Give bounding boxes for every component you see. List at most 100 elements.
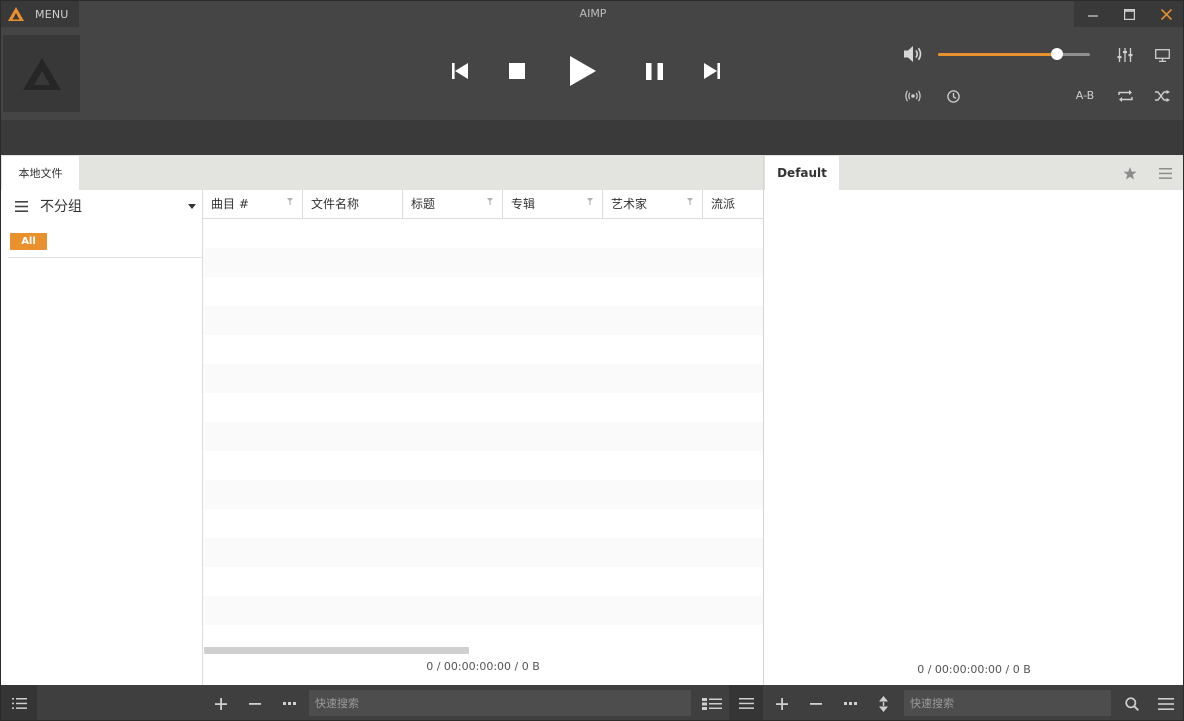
grouping-selector[interactable]: 不分组 bbox=[2, 190, 202, 222]
scheduler-button[interactable] bbox=[942, 86, 964, 106]
library-tabstrip: 本地文件 bbox=[1, 155, 763, 190]
all-filter-badge[interactable]: All bbox=[10, 233, 47, 250]
track-table: 曲目 # 文件名称 标题 专辑 艺术家 流派 bbox=[203, 190, 763, 660]
library-menu-button[interactable] bbox=[732, 685, 760, 720]
chevron-down-icon bbox=[188, 204, 196, 209]
previous-track-button[interactable] bbox=[441, 49, 479, 93]
play-icon bbox=[570, 56, 596, 86]
equalizer-icon bbox=[1117, 48, 1133, 62]
group-divider bbox=[8, 257, 202, 258]
grouping-label: 不分组 bbox=[40, 199, 82, 215]
playlist-search-input[interactable] bbox=[904, 690, 1111, 716]
minimize-button[interactable] bbox=[1074, 1, 1111, 27]
view-mode-button[interactable] bbox=[698, 685, 726, 720]
library-search-input[interactable] bbox=[309, 690, 691, 716]
maximize-button[interactable] bbox=[1111, 1, 1148, 27]
horizontal-scrollbar[interactable] bbox=[204, 647, 469, 654]
minimize-icon bbox=[1087, 15, 1098, 17]
star-icon bbox=[1123, 166, 1137, 180]
hamburger-icon bbox=[1158, 167, 1172, 179]
repeat-button[interactable] bbox=[1114, 86, 1136, 106]
skip-next-icon bbox=[704, 63, 720, 79]
play-button[interactable] bbox=[557, 49, 609, 93]
table-row bbox=[203, 219, 763, 248]
playlist-search-button[interactable] bbox=[1119, 685, 1145, 720]
next-track-button[interactable] bbox=[692, 49, 732, 93]
column-header-label: 专辑 bbox=[511, 197, 536, 211]
minus-icon bbox=[249, 702, 261, 705]
radio-broadcast-button[interactable] bbox=[902, 86, 924, 106]
transport-controls bbox=[441, 49, 732, 93]
pause-icon bbox=[645, 62, 663, 80]
filter-icon bbox=[687, 198, 693, 205]
skip-previous-icon bbox=[452, 63, 468, 79]
playlist-pane: Default 0 / 00:00:00:00 / 0 B bbox=[763, 155, 1183, 685]
stop-icon bbox=[509, 63, 525, 79]
table-row bbox=[203, 306, 763, 335]
visualization-button[interactable] bbox=[1151, 45, 1173, 65]
column-header-artist[interactable]: 艺术家 bbox=[603, 190, 703, 219]
ab-repeat-button[interactable]: A-B bbox=[1071, 88, 1099, 104]
stop-button[interactable] bbox=[491, 49, 543, 93]
plus-icon bbox=[776, 697, 788, 710]
hamburger-icon bbox=[1158, 697, 1174, 710]
shuffle-icon bbox=[1154, 90, 1170, 102]
aimp-cover-logo-icon bbox=[22, 57, 61, 90]
bottom-toolbar bbox=[1, 685, 1183, 720]
mute-button[interactable] bbox=[902, 44, 924, 64]
more-horizontal-icon bbox=[282, 702, 296, 705]
table-row bbox=[203, 596, 763, 625]
group-panel: 不分组 All bbox=[2, 190, 203, 685]
search-icon bbox=[1125, 696, 1139, 711]
library-more-button[interactable] bbox=[276, 685, 302, 720]
column-header-file-name[interactable]: 文件名称 bbox=[303, 190, 403, 219]
filter-icon bbox=[587, 198, 593, 205]
tab-default-playlist[interactable]: Default bbox=[765, 156, 839, 190]
playlist-menu-button[interactable] bbox=[1155, 163, 1175, 183]
shuffle-button[interactable] bbox=[1151, 86, 1173, 106]
filter-icon bbox=[487, 198, 493, 205]
window-title: AIMP bbox=[579, 7, 607, 20]
library-pane: 本地文件 不分组 All 曲目 # 文件名称 标题 专辑 艺术家 流派 0 / … bbox=[1, 155, 763, 685]
favorite-button[interactable] bbox=[1120, 163, 1140, 183]
menu-label: MENU bbox=[35, 7, 69, 21]
maximize-icon bbox=[1124, 8, 1135, 20]
playlist-status-text: 0 / 00:00:00:00 / 0 B bbox=[917, 663, 1031, 676]
close-button[interactable] bbox=[1148, 1, 1183, 27]
monitor-icon bbox=[1154, 48, 1170, 62]
album-cover[interactable] bbox=[3, 35, 80, 112]
plus-icon bbox=[215, 697, 227, 710]
player-panel: AIMP MENU A-B bbox=[1, 1, 1183, 120]
close-icon bbox=[1161, 8, 1172, 20]
column-header-title[interactable]: 标题 bbox=[403, 190, 503, 219]
main-menu-button[interactable]: MENU bbox=[1, 1, 79, 27]
playlist-main-menu-button[interactable] bbox=[1152, 685, 1180, 720]
minus-icon bbox=[810, 702, 822, 705]
window-controls bbox=[1074, 1, 1183, 27]
column-header-track-number[interactable]: 曲目 # bbox=[203, 190, 303, 219]
playlist-add-button[interactable] bbox=[769, 685, 795, 720]
column-header-label: 文件名称 bbox=[311, 197, 360, 211]
column-header-genre[interactable]: 流派 bbox=[703, 190, 763, 219]
playlist-more-button[interactable] bbox=[837, 685, 863, 720]
playlist-remove-button[interactable] bbox=[803, 685, 829, 720]
volume-slider-thumb[interactable] bbox=[1050, 48, 1063, 60]
column-header-label: 艺术家 bbox=[611, 197, 648, 211]
table-header: 曲目 # 文件名称 标题 专辑 艺术家 流派 bbox=[203, 190, 763, 219]
toggle-groups-button[interactable] bbox=[5, 685, 33, 720]
library-remove-button[interactable] bbox=[242, 685, 268, 720]
table-row bbox=[203, 248, 763, 277]
volume-slider[interactable] bbox=[938, 48, 1090, 60]
volume-level-fill bbox=[938, 53, 1057, 56]
playlist-sort-button[interactable] bbox=[871, 685, 895, 720]
library-add-button[interactable] bbox=[208, 685, 234, 720]
column-header-album[interactable]: 专辑 bbox=[503, 190, 603, 219]
more-horizontal-icon bbox=[843, 702, 857, 705]
aimp-window: AIMP MENU A-B 本地文件 不分组 All 曲目 # 文件名称 标题 … bbox=[0, 0, 1184, 721]
tab-local-files[interactable]: 本地文件 bbox=[2, 156, 79, 190]
aimp-logo-icon bbox=[8, 7, 24, 21]
pause-button[interactable] bbox=[628, 49, 680, 93]
table-row bbox=[203, 567, 763, 596]
track-info-bar bbox=[1, 120, 1183, 155]
equalizer-button[interactable] bbox=[1114, 45, 1136, 65]
